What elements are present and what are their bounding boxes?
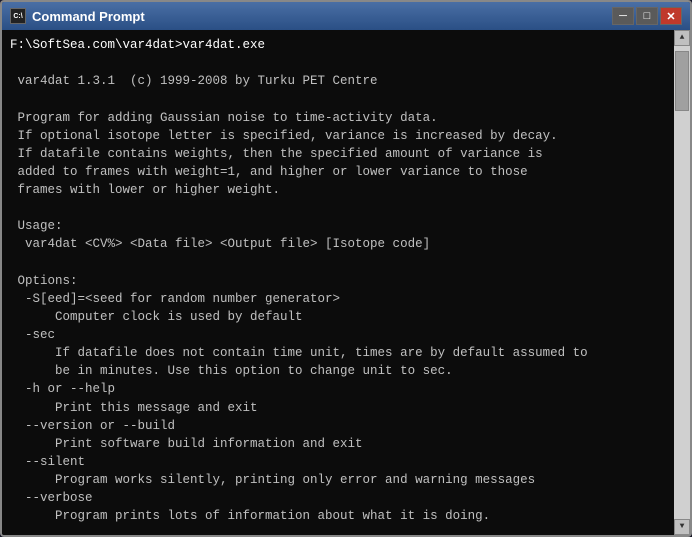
window-icon: C:\: [10, 8, 26, 24]
output-line-23: --silent: [10, 453, 664, 471]
output-line-25: --verbose: [10, 489, 664, 507]
output-line-16: -sec: [10, 326, 664, 344]
output-line-22: Print software build information and exi…: [10, 435, 664, 453]
output-line-27: [10, 525, 664, 535]
maximize-button[interactable]: □: [636, 7, 658, 25]
command-prompt-window: C:\ Command Prompt ─ □ ✕ F:\SoftSea.com\…: [0, 0, 692, 537]
output-line-17: If datafile does not contain time unit, …: [10, 344, 664, 362]
output-line-5: If optional isotope letter is specified,…: [10, 127, 664, 145]
output-line-18: be in minutes. Use this option to change…: [10, 362, 664, 380]
prompt-line: F:\SoftSea.com\var4dat>var4dat.exe: [10, 36, 664, 54]
output-line-12: [10, 254, 664, 272]
scroll-up-button[interactable]: ▲: [674, 30, 690, 46]
titlebar: C:\ Command Prompt ─ □ ✕: [2, 2, 690, 30]
output-line-24: Program works silently, printing only er…: [10, 471, 664, 489]
window-controls: ─ □ ✕: [612, 7, 682, 25]
output-line-19: -h or --help: [10, 380, 664, 398]
minimize-button[interactable]: ─: [612, 7, 634, 25]
output-line-15: Computer clock is used by default: [10, 308, 664, 326]
output-line-3: [10, 90, 664, 108]
icon-label: C:\: [13, 13, 22, 20]
output-line-26: Program prints lots of information about…: [10, 507, 664, 525]
scroll-down-button[interactable]: ▼: [674, 519, 690, 535]
output-line-21: --version or --build: [10, 417, 664, 435]
close-button[interactable]: ✕: [660, 7, 682, 25]
output-line-1: [10, 54, 664, 72]
output-line-9: [10, 199, 664, 217]
output-line-14: -S[eed]=<seed for random number generato…: [10, 290, 664, 308]
console-content: F:\SoftSea.com\var4dat>var4dat.exe var4d…: [10, 36, 682, 535]
console-area: F:\SoftSea.com\var4dat>var4dat.exe var4d…: [2, 30, 690, 535]
window-title: Command Prompt: [32, 9, 612, 24]
scrollbar[interactable]: ▲ ▼: [674, 30, 690, 535]
output-line-8: frames with lower or higher weight.: [10, 181, 664, 199]
output-line-4: Program for adding Gaussian noise to tim…: [10, 109, 664, 127]
output-line-10: Usage:: [10, 217, 664, 235]
output-line-20: Print this message and exit: [10, 399, 664, 417]
output-line-7: added to frames with weight=1, and highe…: [10, 163, 664, 181]
output-line-11: var4dat <CV%> <Data file> <Output file> …: [10, 235, 664, 253]
scrollbar-track[interactable]: [674, 46, 690, 519]
scrollbar-thumb[interactable]: [675, 51, 689, 111]
output-line-13: Options:: [10, 272, 664, 290]
output-line-2: var4dat 1.3.1 (c) 1999-2008 by Turku PET…: [10, 72, 664, 90]
output-line-6: If datafile contains weights, then the s…: [10, 145, 664, 163]
